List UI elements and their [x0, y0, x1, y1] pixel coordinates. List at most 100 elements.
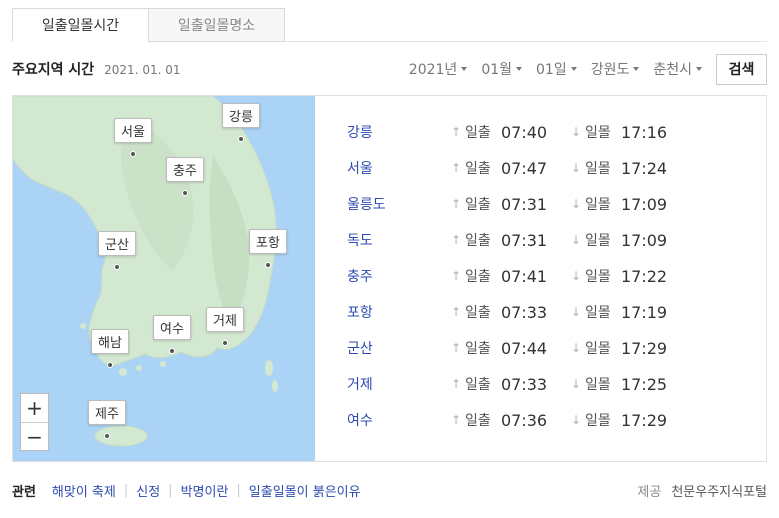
search-button[interactable]: 검색	[716, 53, 767, 85]
related-link-festival[interactable]: 해맞이 축제	[52, 481, 116, 500]
sunrise-label: 일출	[465, 161, 491, 177]
chevron-down-icon	[461, 67, 468, 71]
map-pin-seoul[interactable]: 서울	[114, 118, 152, 157]
time-row: 강릉 ↑ 일출 07:40 ↓ 일몰 17:16	[347, 114, 691, 150]
year-select[interactable]: 2021년	[409, 59, 468, 79]
city-select[interactable]: 춘천시	[653, 59, 702, 79]
provider-name[interactable]: 천문우주지식포털	[671, 481, 767, 500]
related-link-new-year[interactable]: 신정	[136, 481, 160, 500]
result-panel: 강릉 서울 충주 군산 포항 여수 거제 해남 제주 + − 강릉 ↑ 일출 07:4…	[12, 95, 767, 462]
related-link-red-sun[interactable]: 일출일몰이 붉은이유	[249, 481, 361, 500]
location-dot-icon	[181, 190, 188, 196]
sunset-label: 일몰	[585, 233, 611, 249]
sunrise-label: 일출	[465, 197, 491, 213]
map-pin-yeosu[interactable]: 여수	[153, 315, 191, 354]
day-select[interactable]: 01일	[536, 59, 577, 79]
tab-sunrise-sunset-spots[interactable]: 일출일몰명소	[148, 8, 285, 42]
section-title: 주요지역 시간	[12, 62, 95, 78]
korea-map[interactable]: 강릉 서울 충주 군산 포항 여수 거제 해남 제주 + −	[13, 96, 315, 461]
sunset-time: 17:19	[621, 302, 668, 322]
sunset-label: 일몰	[585, 161, 611, 177]
map-pin-gangneung[interactable]: 강릉	[222, 103, 260, 142]
city-link[interactable]: 충주	[347, 266, 451, 286]
city-link[interactable]: 울릉도	[347, 194, 451, 214]
sunset-label: 일몰	[585, 125, 611, 141]
island-shape	[160, 361, 166, 367]
sunset-arrow-icon: ↓	[571, 161, 582, 175]
sunrise-time: 07:31	[501, 194, 548, 214]
pin-label: 강릉	[222, 103, 260, 128]
sunrise-time: 07:47	[501, 158, 548, 178]
sunrise-time: 07:40	[501, 122, 548, 142]
sunset-label: 일몰	[585, 305, 611, 321]
time-row: 충주 ↑ 일출 07:41 ↓ 일몰 17:22	[347, 258, 691, 294]
sunrise-arrow-icon: ↑	[451, 125, 462, 139]
divider: |	[123, 482, 129, 498]
city-link[interactable]: 독도	[347, 230, 451, 250]
sunrise-label: 일출	[465, 125, 491, 141]
divider: |	[168, 482, 173, 498]
island-shape	[119, 368, 127, 376]
sunset-time: 17:24	[621, 158, 668, 178]
sunrise-arrow-icon: ↑	[451, 233, 462, 247]
related-link-twilight[interactable]: 박명이란	[181, 481, 229, 500]
sunset-time: 17:09	[621, 230, 668, 250]
sunset-arrow-icon: ↓	[571, 341, 582, 355]
city-link[interactable]: 강릉	[347, 122, 451, 142]
zoom-in-button[interactable]: +	[21, 394, 48, 422]
time-row: 울릉도 ↑ 일출 07:31 ↓ 일몰 17:09	[347, 186, 691, 222]
time-row: 포항 ↑ 일출 07:33 ↓ 일몰 17:19	[347, 294, 691, 330]
sunset-label: 일몰	[585, 377, 611, 393]
sunset-time: 17:09	[621, 194, 668, 214]
sunset-arrow-icon: ↓	[571, 233, 582, 247]
time-row: 독도 ↑ 일출 07:31 ↓ 일몰 17:09	[347, 222, 691, 258]
time-row: 군산 ↑ 일출 07:44 ↓ 일몰 17:29	[347, 330, 691, 366]
sunset-time: 17:25	[621, 374, 668, 394]
pin-label: 충주	[166, 157, 204, 182]
map-pin-haenam[interactable]: 해남	[91, 329, 129, 368]
sunrise-time: 07:36	[501, 410, 548, 430]
tab-sunrise-sunset-time[interactable]: 일출일몰시간	[12, 8, 149, 42]
time-row: 서울 ↑ 일출 07:47 ↓ 일몰 17:24	[347, 150, 691, 186]
sunrise-time: 07:31	[501, 230, 548, 250]
city-link[interactable]: 군산	[347, 338, 451, 358]
month-value: 01월	[481, 62, 513, 78]
location-dot-icon	[106, 362, 113, 368]
zoom-control: + −	[20, 393, 49, 451]
sunrise-arrow-icon: ↑	[451, 413, 462, 427]
sunrise-label: 일출	[465, 413, 491, 429]
sunrise-arrow-icon: ↑	[451, 377, 462, 391]
city-link[interactable]: 여수	[347, 410, 451, 430]
map-pin-gunsan[interactable]: 군산	[98, 231, 136, 270]
province-select[interactable]: 강원도	[591, 59, 640, 79]
sunrise-label: 일출	[465, 305, 491, 321]
city-link[interactable]: 거제	[347, 374, 451, 394]
sunrise-arrow-icon: ↑	[451, 197, 462, 211]
divider: |	[236, 482, 241, 498]
map-pin-chungju[interactable]: 충주	[166, 157, 204, 196]
map-pin-geoje[interactable]: 거제	[206, 307, 244, 346]
day-value: 01일	[536, 62, 567, 78]
tsushima-island-shape	[272, 380, 278, 392]
month-select[interactable]: 01월	[481, 59, 523, 79]
zoom-out-button[interactable]: −	[21, 422, 48, 450]
time-row: 거제 ↑ 일출 07:33 ↓ 일몰 17:25	[347, 366, 691, 402]
city-link[interactable]: 포항	[347, 302, 451, 322]
location-dot-icon	[168, 348, 175, 354]
island-shape	[136, 365, 142, 371]
city-link[interactable]: 서울	[347, 158, 451, 178]
map-land-svg	[13, 96, 278, 447]
sunset-arrow-icon: ↓	[571, 377, 582, 391]
time-row: 여수 ↑ 일출 07:36 ↓ 일몰 17:29	[347, 402, 691, 438]
sunrise-arrow-icon: ↑	[451, 341, 462, 355]
pin-label: 군산	[98, 231, 136, 256]
year-value: 2021년	[408, 62, 458, 78]
location-dot-icon	[264, 262, 271, 268]
chevron-down-icon	[633, 67, 640, 71]
location-dot-icon	[129, 151, 136, 157]
sunrise-label: 일출	[465, 377, 491, 393]
sunset-time: 17:16	[621, 122, 668, 142]
pin-label: 여수	[153, 315, 191, 340]
map-pin-pohang[interactable]: 포항	[249, 229, 287, 268]
map-pin-jeju[interactable]: 제주	[88, 400, 126, 439]
